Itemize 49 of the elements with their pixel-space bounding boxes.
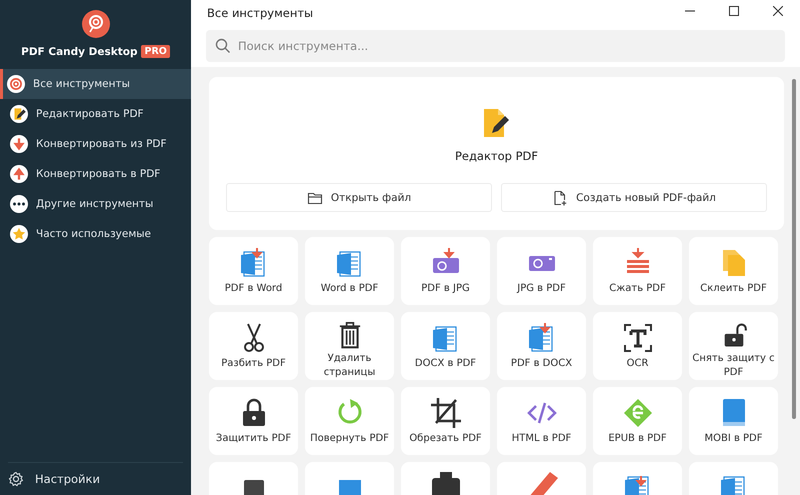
tool-tile[interactable]: Повернуть PDF bbox=[305, 387, 394, 455]
star-icon bbox=[10, 225, 28, 243]
search-icon bbox=[215, 38, 231, 54]
maximize-icon bbox=[729, 6, 739, 16]
sidebar-item[interactable]: Часто используемые bbox=[0, 219, 191, 249]
sidebar-item[interactable]: Все инструменты bbox=[0, 69, 191, 99]
tool-tile[interactable]: OCR bbox=[593, 312, 682, 380]
tool-tile[interactable]: MOBI в PDF bbox=[689, 387, 778, 455]
settings-icon bbox=[8, 471, 24, 487]
tool-tile[interactable]: Word в PDF bbox=[305, 237, 394, 305]
app-name: PDF Candy Desktop bbox=[21, 46, 138, 58]
lollipop-logo-icon bbox=[82, 10, 110, 38]
crop-icon bbox=[430, 397, 462, 429]
tool-tile[interactable]: PDF в DOCX bbox=[497, 312, 586, 380]
scrollbar[interactable] bbox=[792, 79, 796, 419]
tool-tile[interactable]: Снять защиту с PDF bbox=[689, 312, 778, 380]
tool-tile[interactable]: Склеить PDF bbox=[689, 237, 778, 305]
sidebar-item[interactable]: Конвертировать из PDF bbox=[0, 129, 191, 159]
tool-tile[interactable]: PDF в Word bbox=[209, 237, 298, 305]
camera-icon bbox=[430, 472, 462, 495]
minimize-icon bbox=[685, 10, 695, 12]
pencil-document-icon bbox=[484, 109, 510, 137]
tool-tile[interactable]: PDF в JPG bbox=[401, 237, 490, 305]
pencil-icon bbox=[10, 105, 28, 123]
tool-tile[interactable]: Удалить страницы bbox=[305, 312, 394, 380]
tool-tile[interactable]: DOCX в PDF bbox=[401, 312, 490, 380]
new-file-button[interactable]: Создать новый PDF-файл bbox=[501, 183, 767, 212]
tool-tile[interactable]: EPUB в PDF bbox=[593, 387, 682, 455]
editor-title: Редактор PDF bbox=[454, 149, 538, 163]
sidebar-item[interactable]: Редактировать PDF bbox=[0, 99, 191, 129]
epub-icon bbox=[622, 397, 654, 429]
sidebar-item[interactable]: Конвертировать в PDF bbox=[0, 159, 191, 189]
tool-tile[interactable]: JPG в PDF bbox=[497, 237, 586, 305]
tool-tile[interactable]: Защитить PDF bbox=[209, 387, 298, 455]
search-field[interactable]: Поиск инструмента... bbox=[206, 30, 785, 62]
close-icon bbox=[773, 6, 783, 16]
text-scan-icon bbox=[622, 322, 654, 354]
new-file-icon bbox=[552, 190, 568, 206]
dots-icon bbox=[10, 195, 28, 213]
tool-tile[interactable]: Обрезать PDF bbox=[401, 387, 490, 455]
editor-card[interactable]: Редактор PDF Открыть файл Создать новый PDF-файл bbox=[209, 77, 784, 230]
open-file-button[interactable]: Открыть файл bbox=[226, 183, 492, 212]
pro-badge: PRO bbox=[141, 45, 170, 58]
window-title: Все инструменты bbox=[207, 6, 314, 20]
tool-tile[interactable]: Сжать PDF bbox=[593, 237, 682, 305]
tool-tile[interactable]: HTML в PDF bbox=[497, 387, 586, 455]
tool-tile[interactable]: Разбить PDF bbox=[209, 312, 298, 380]
settings-button[interactable]: Настройки bbox=[0, 463, 191, 495]
sidebar-item[interactable]: Другие инструменты bbox=[0, 189, 191, 219]
